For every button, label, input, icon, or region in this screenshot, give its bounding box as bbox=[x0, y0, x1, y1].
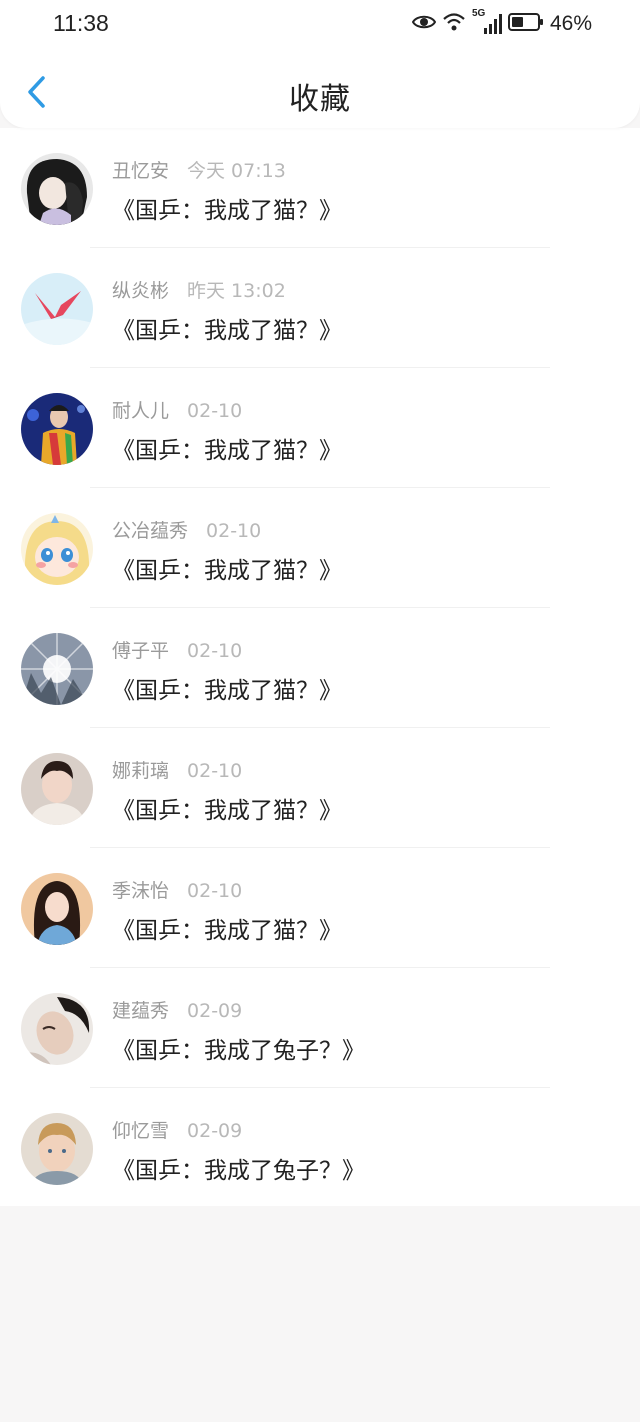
avatar bbox=[21, 153, 93, 225]
user-name: 傅子平 bbox=[112, 640, 170, 662]
favorite-item[interactable]: 纵炎彬 昨天 13:02 《国乒：我成了猫？》 bbox=[0, 248, 640, 368]
eye-icon bbox=[411, 13, 437, 35]
favorite-item[interactable]: 娜莉璃 02-10 《国乒：我成了猫？》 bbox=[0, 728, 640, 848]
avatar bbox=[21, 993, 93, 1065]
navigation-bar: 收藏 bbox=[0, 60, 640, 128]
item-time: 02-09 bbox=[187, 1120, 243, 1142]
item-title: 《国乒：我成了猫？》 bbox=[112, 798, 342, 824]
avatar bbox=[21, 513, 93, 585]
item-title: 《国乒：我成了猫？》 bbox=[112, 198, 342, 224]
status-icons: 5G 46% bbox=[411, 8, 592, 38]
user-name: 建蕴秀 bbox=[112, 1000, 170, 1022]
avatar bbox=[21, 1113, 93, 1185]
item-title: 《国乒：我成了猫？》 bbox=[112, 918, 342, 944]
item-meta: 耐人儿 02-10 bbox=[112, 396, 242, 423]
item-time: 02-10 bbox=[187, 400, 243, 422]
favorites-screen: 11:38 5G 46% 收藏 丑忆安 今天 07:13 《国乒：我成了猫？》 … bbox=[0, 0, 640, 1422]
status-bar: 11:38 5G 46% bbox=[0, 0, 640, 48]
item-meta: 季沫怡 02-10 bbox=[112, 876, 242, 903]
user-name: 仰忆雪 bbox=[112, 1120, 170, 1142]
item-time: 今天 07:13 bbox=[187, 160, 286, 182]
favorite-item[interactable]: 季沫怡 02-10 《国乒：我成了猫？》 bbox=[0, 848, 640, 968]
battery-icon bbox=[507, 12, 544, 36]
avatar bbox=[21, 273, 93, 345]
item-time: 02-10 bbox=[187, 640, 243, 662]
item-time: 02-10 bbox=[187, 880, 243, 902]
item-title: 《国乒：我成了兔子？》 bbox=[112, 1158, 365, 1184]
header: 11:38 5G 46% 收藏 bbox=[0, 0, 640, 128]
user-name: 纵炎彬 bbox=[112, 280, 170, 302]
page-title: 收藏 bbox=[289, 82, 351, 117]
user-name: 公冶蕴秀 bbox=[112, 520, 189, 542]
item-meta: 纵炎彬 昨天 13:02 bbox=[112, 276, 286, 303]
item-meta: 丑忆安 今天 07:13 bbox=[112, 156, 286, 183]
favorite-item[interactable]: 建蕴秀 02-09 《国乒：我成了兔子？》 bbox=[0, 968, 640, 1088]
avatar bbox=[21, 633, 93, 705]
avatar bbox=[21, 753, 93, 825]
item-title: 《国乒：我成了猫？》 bbox=[112, 438, 342, 464]
item-time: 昨天 13:02 bbox=[187, 280, 286, 302]
item-title: 《国乒：我成了兔子？》 bbox=[112, 1038, 365, 1064]
item-title: 《国乒：我成了猫？》 bbox=[112, 318, 342, 344]
item-time: 02-09 bbox=[187, 1000, 243, 1022]
item-title: 《国乒：我成了猫？》 bbox=[112, 678, 342, 704]
favorite-item[interactable]: 丑忆安 今天 07:13 《国乒：我成了猫？》 bbox=[0, 128, 640, 248]
user-name: 丑忆安 bbox=[112, 160, 170, 182]
favorites-list: 丑忆安 今天 07:13 《国乒：我成了猫？》 纵炎彬 昨天 13:02 《国乒：我… bbox=[0, 128, 640, 1206]
item-title: 《国乒：我成了猫？》 bbox=[112, 558, 342, 584]
item-meta: 公冶蕴秀 02-10 bbox=[112, 516, 261, 543]
item-meta: 仰忆雪 02-09 bbox=[112, 1116, 242, 1143]
item-time: 02-10 bbox=[206, 520, 262, 542]
signal-icon: 5G bbox=[472, 8, 502, 36]
favorite-item[interactable]: 公冶蕴秀 02-10 《国乒：我成了猫？》 bbox=[0, 488, 640, 608]
user-name: 娜莉璃 bbox=[112, 760, 170, 782]
favorite-item[interactable]: 仰忆雪 02-09 《国乒：我成了兔子？》 bbox=[0, 1088, 640, 1208]
item-time: 02-10 bbox=[187, 760, 243, 782]
battery-percent: 46% bbox=[549, 12, 592, 35]
favorite-item[interactable]: 耐人儿 02-10 《国乒：我成了猫？》 bbox=[0, 368, 640, 488]
avatar bbox=[21, 873, 93, 945]
item-meta: 建蕴秀 02-09 bbox=[112, 996, 242, 1023]
user-name: 季沫怡 bbox=[112, 880, 170, 902]
favorite-item[interactable]: 傅子平 02-10 《国乒：我成了猫？》 bbox=[0, 608, 640, 728]
avatar bbox=[21, 393, 93, 465]
wifi-icon bbox=[442, 12, 466, 36]
status-time: 11:38 bbox=[53, 10, 109, 36]
user-name: 耐人儿 bbox=[112, 400, 170, 422]
item-meta: 娜莉璃 02-10 bbox=[112, 756, 242, 783]
item-meta: 傅子平 02-10 bbox=[112, 636, 242, 663]
